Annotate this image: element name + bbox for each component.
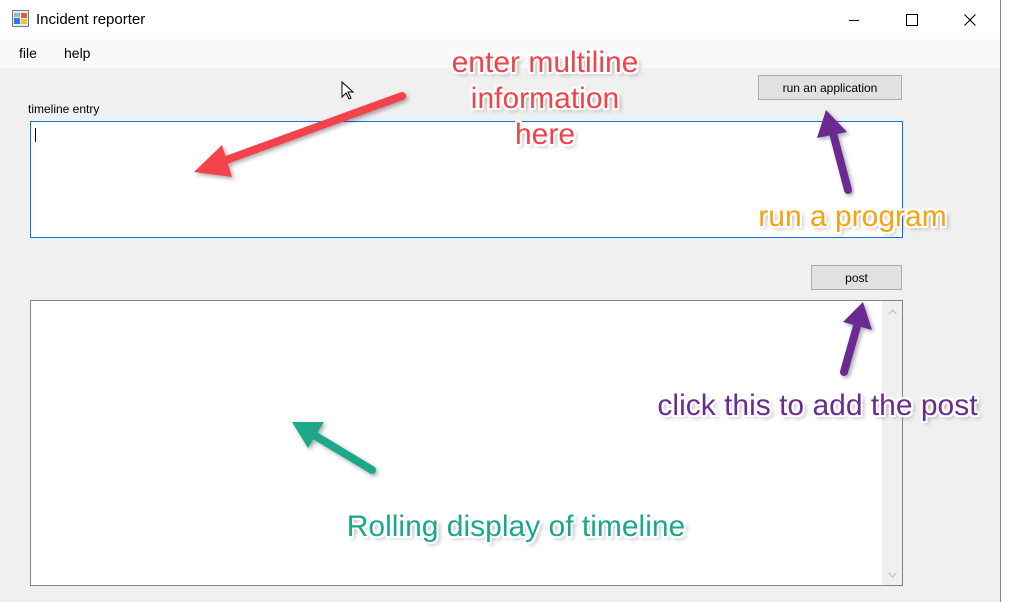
- maximize-icon: [906, 13, 918, 26]
- menu-item-file[interactable]: file: [19, 45, 37, 61]
- menu-item-help[interactable]: help: [64, 45, 90, 61]
- window-title: Incident reporter: [36, 11, 146, 28]
- minimize-icon: [849, 19, 859, 21]
- annotation-run-program: run a program: [758, 200, 947, 233]
- annotation-click-post: click this to add the post: [657, 389, 978, 422]
- mouse-pointer-icon: [341, 80, 355, 106]
- text-caret: [35, 128, 36, 142]
- scroll-down-icon[interactable]: [882, 566, 902, 583]
- vertical-scrollbar[interactable]: [882, 301, 902, 585]
- annotation-enter-multiline: enter multiline information here: [420, 45, 670, 153]
- post-button[interactable]: post: [811, 265, 902, 290]
- annotation-enter-line-2: information: [470, 82, 620, 115]
- scroll-up-icon[interactable]: [882, 303, 902, 320]
- annotation-enter-line-1: enter multiline: [451, 46, 639, 79]
- run-application-button[interactable]: run an application: [758, 75, 902, 100]
- annotation-enter-line-3: here: [514, 118, 576, 151]
- title-bar: Incident reporter: [0, 0, 1000, 39]
- close-icon: [964, 13, 976, 26]
- minimize-button[interactable]: [825, 0, 883, 39]
- close-button[interactable]: [941, 0, 999, 39]
- maximize-button[interactable]: [883, 0, 941, 39]
- annotation-rolling-display: Rolling display of timeline: [346, 510, 686, 543]
- timeline-entry-label: timeline entry: [28, 102, 100, 116]
- app-icon: [12, 10, 29, 27]
